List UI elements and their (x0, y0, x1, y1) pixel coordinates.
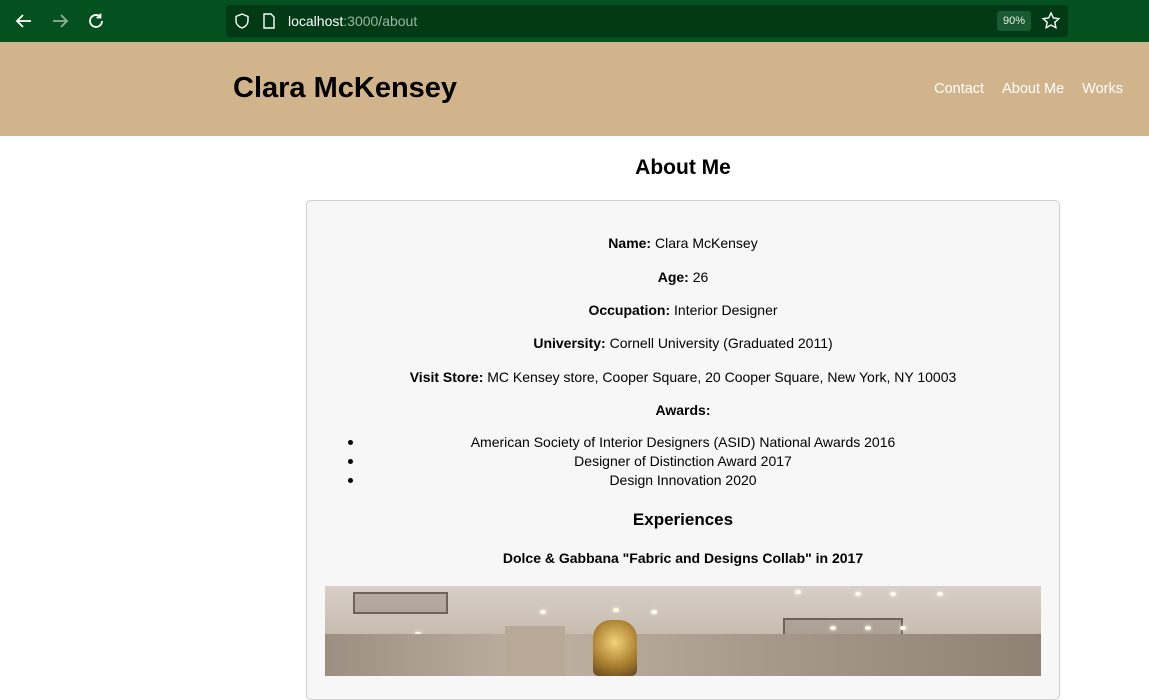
photo-light (651, 610, 657, 614)
list-item: Designer of Distinction Award 2017 (307, 452, 1059, 471)
age-row: Age: 26 (307, 269, 1059, 285)
shield-icon[interactable] (234, 13, 250, 29)
name-row: Name: Clara McKensey (307, 235, 1059, 251)
university-value: Cornell University (Graduated 2011) (609, 335, 833, 351)
experiences-heading: Experiences (632, 510, 734, 529)
awards-label: Awards: (655, 402, 711, 418)
photo-light (937, 592, 943, 596)
photo-ceiling-panel (353, 592, 448, 614)
nav-link-contact[interactable]: Contact (934, 81, 984, 97)
photo-light (795, 590, 801, 594)
url-host: localhost (288, 13, 344, 29)
store-label: Visit Store: (409, 369, 484, 385)
page-title: About Me (635, 156, 731, 179)
forward-button[interactable] (47, 8, 73, 34)
photo-light (865, 626, 871, 630)
nav-link-works[interactable]: Works (1082, 81, 1123, 97)
photo-light (613, 608, 619, 612)
award-text: Designer of Distinction Award 2017 (574, 453, 792, 469)
awards-heading: Awards: (307, 402, 1059, 418)
url-path: :3000/about (343, 13, 418, 29)
site-nav: Contact About Me Works (934, 81, 1123, 97)
occupation-label: Occupation: (588, 302, 671, 318)
nav-link-about[interactable]: About Me (1002, 81, 1064, 97)
about-card: Name: Clara McKensey Age: 26 Occupation:… (306, 200, 1060, 700)
experience-item-title: Dolce & Gabbana "Fabric and Designs Coll… (502, 550, 864, 566)
site-header: Clara McKensey Contact About Me Works (0, 42, 1149, 136)
store-row: Visit Store: MC Kensey store, Cooper Squ… (307, 369, 1059, 385)
photo-light (900, 626, 906, 630)
address-bar[interactable]: localhost:3000/about 90% (226, 5, 1068, 37)
bullet-icon (348, 440, 353, 445)
store-value: MC Kensey store, Cooper Square, 20 Coope… (487, 369, 957, 385)
list-item: American Society of Interior Designers (… (307, 433, 1059, 452)
reload-button[interactable] (83, 8, 109, 34)
experience-photo (325, 586, 1041, 676)
photo-light (540, 610, 546, 614)
award-text: Design Innovation 2020 (609, 472, 757, 488)
photo-light (890, 592, 896, 596)
photo-pillar (505, 626, 565, 676)
list-item: Design Innovation 2020 (307, 471, 1059, 490)
photo-chandelier (593, 620, 637, 676)
back-arrow-icon (15, 14, 31, 28)
site-title: Clara McKensey (233, 72, 458, 104)
name-value: Clara McKensey (654, 235, 758, 251)
occupation-value: Interior Designer (674, 302, 778, 318)
forward-arrow-icon (53, 14, 69, 28)
browser-toolbar: localhost:3000/about 90% (0, 0, 1149, 42)
zoom-badge[interactable]: 90% (997, 11, 1032, 31)
photo-light (855, 592, 861, 596)
reload-icon (89, 13, 103, 28)
page-icon (263, 13, 275, 29)
award-text: American Society of Interior Designers (… (470, 434, 896, 450)
name-label: Name: (608, 235, 652, 251)
photo-light (830, 626, 836, 630)
back-button[interactable] (11, 8, 37, 34)
university-label: University: (533, 335, 606, 351)
university-row: University: Cornell University (Graduate… (307, 335, 1059, 351)
bookmark-star-icon[interactable] (1041, 11, 1061, 31)
age-value: 26 (692, 269, 709, 285)
awards-list: American Society of Interior Designers (… (307, 433, 1059, 490)
bullet-icon (348, 478, 353, 483)
occupation-row: Occupation: Interior Designer (307, 302, 1059, 318)
photo-wall (325, 634, 1041, 676)
bullet-icon (348, 459, 353, 464)
url-text[interactable]: localhost:3000/about (288, 13, 417, 29)
age-label: Age: (657, 269, 689, 285)
